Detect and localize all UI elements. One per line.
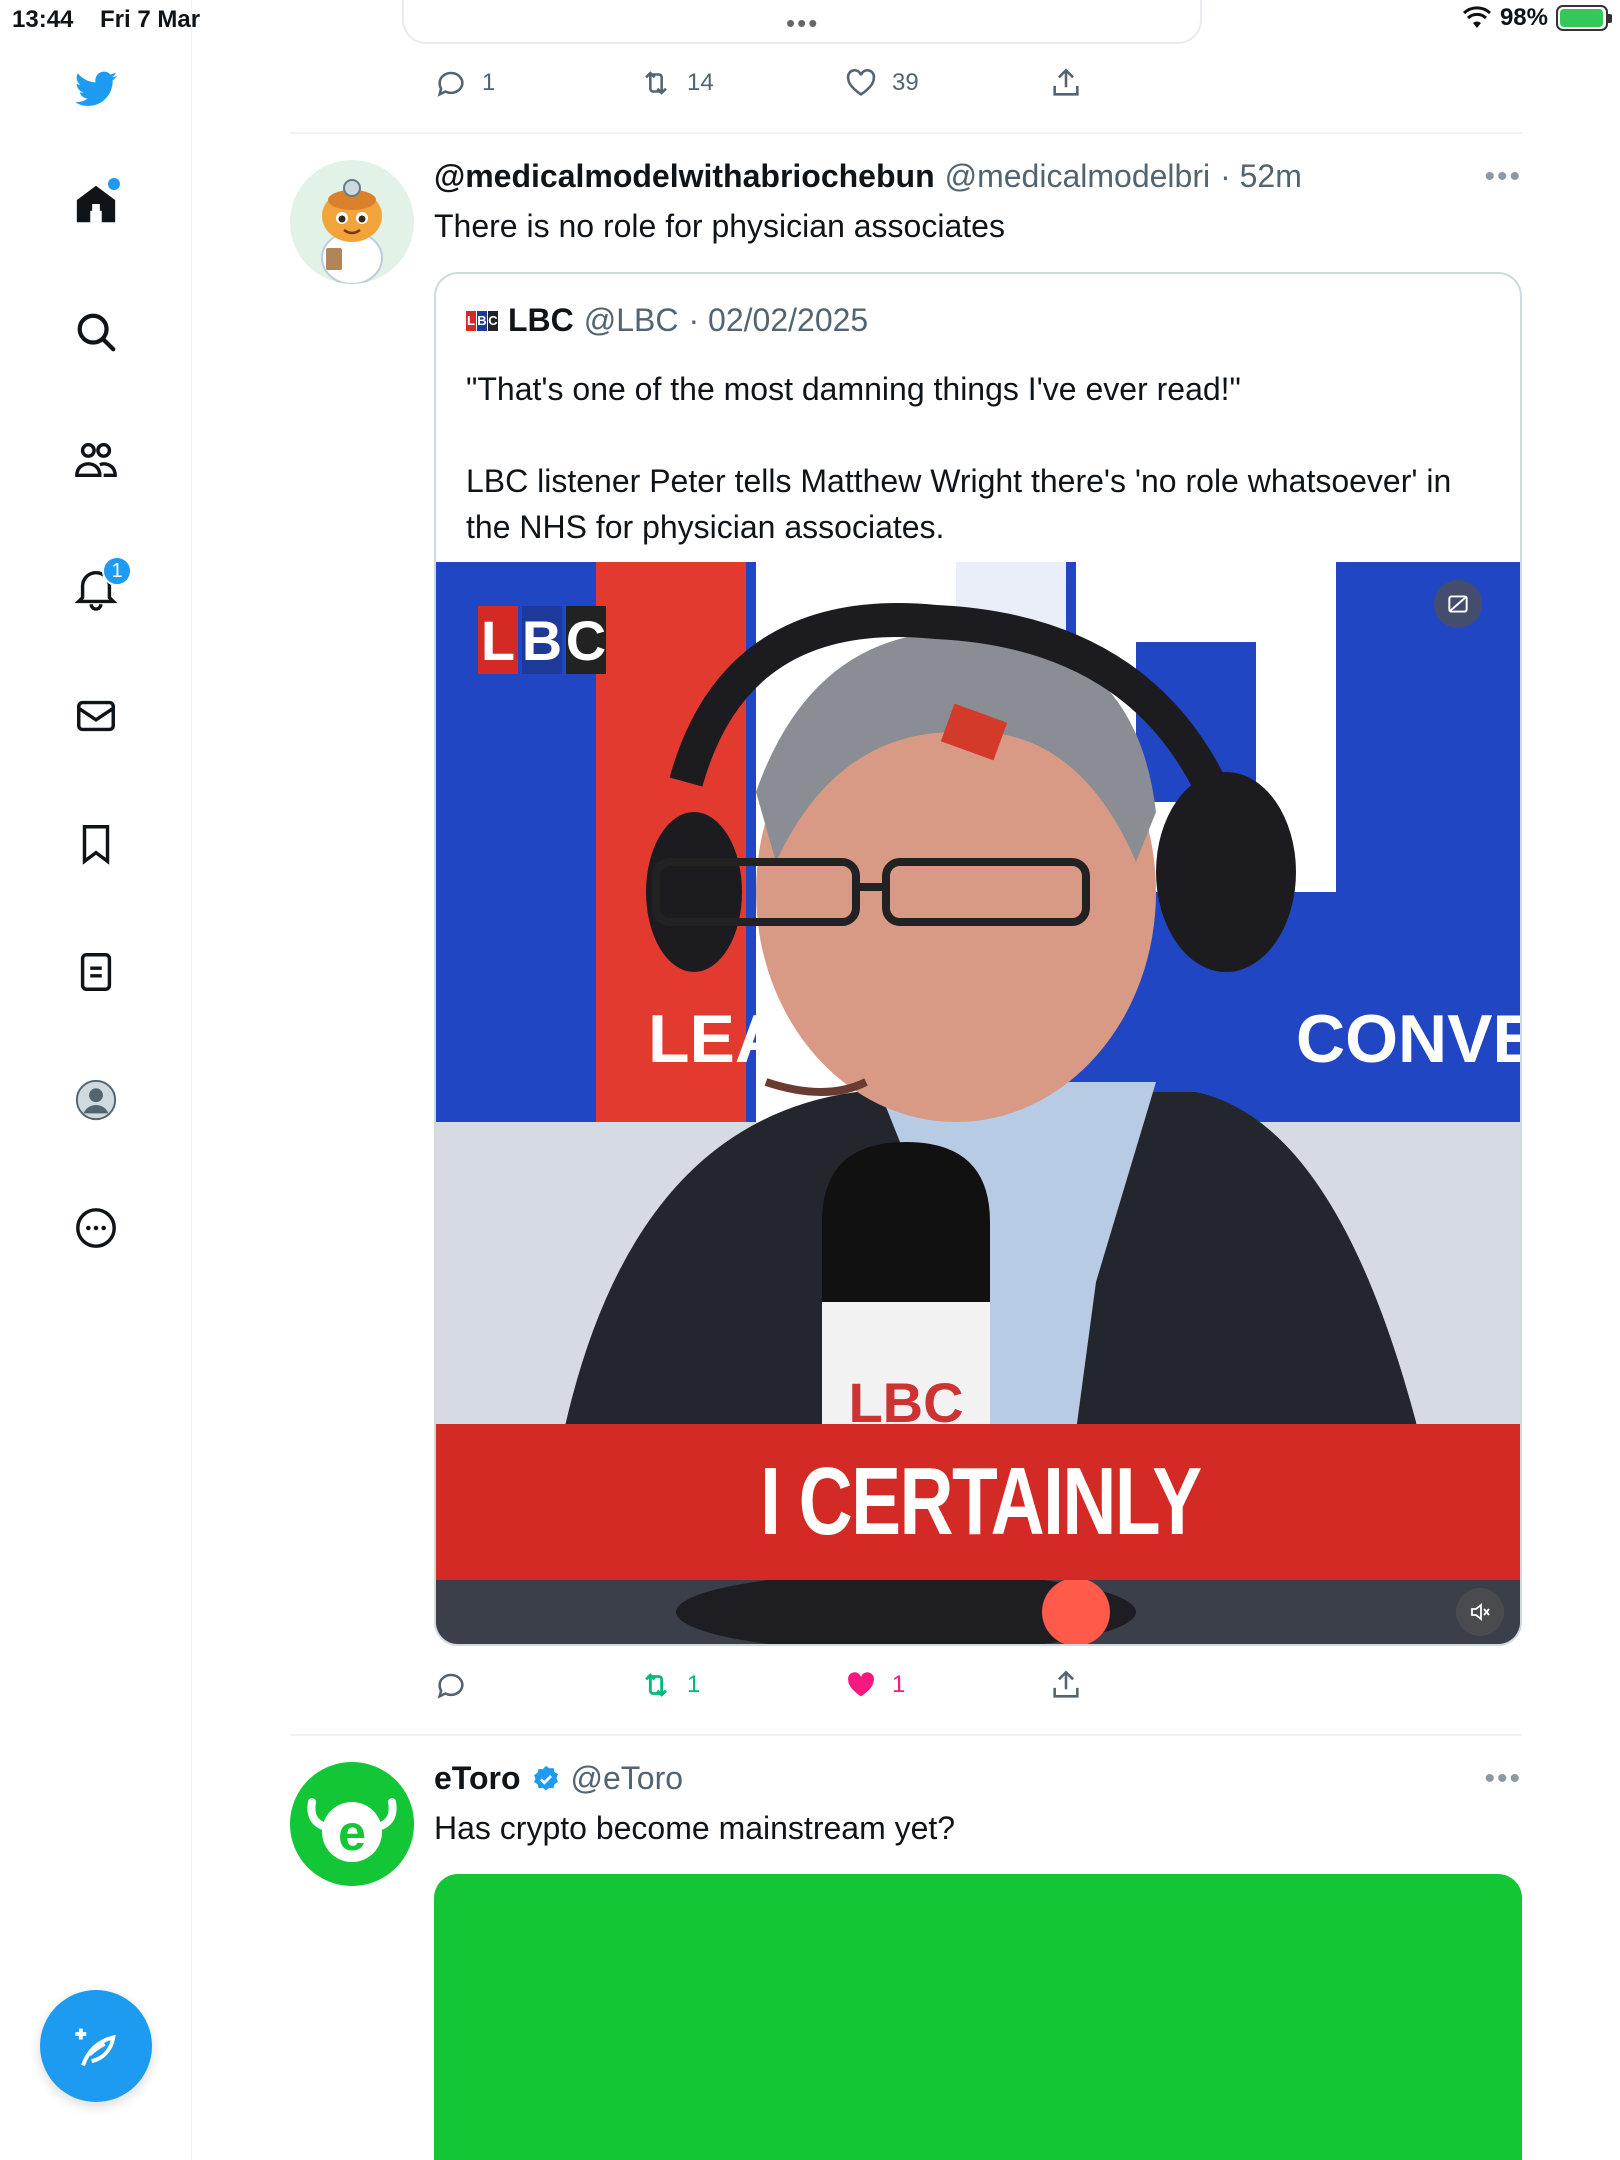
reply-count: 1	[482, 69, 496, 96]
tweet-time[interactable]: · 52m	[1220, 158, 1302, 195]
quote-text-line: LBC listener Peter tells Matthew Wright …	[466, 463, 1452, 545]
sidebar-item-home[interactable]	[68, 176, 124, 232]
tweet-more-button[interactable]: •••	[1484, 160, 1522, 194]
compose-tweet-button[interactable]	[40, 1990, 152, 2102]
sidebar-item-communities[interactable]	[68, 432, 124, 488]
author-handle[interactable]: @medicalmodelbri	[945, 158, 1210, 195]
backdrop-text-left: LEA	[648, 1001, 784, 1077]
reply-button[interactable]: 1	[434, 66, 639, 100]
like-button[interactable]: 39	[844, 66, 1049, 100]
lbc-avatar-letter: B	[477, 310, 487, 331]
lbc-logo-letter: B	[522, 606, 562, 674]
heart-icon	[846, 69, 876, 96]
etoro-bull-logo-icon: e	[290, 1762, 414, 1886]
retweet-icon	[645, 1673, 667, 1697]
sidebar-item-notifications[interactable]: 1	[68, 556, 132, 616]
sidebar-item-profile[interactable]	[68, 1072, 124, 1128]
compose-feather-icon	[75, 2028, 116, 2067]
lbc-avatar-letter: L	[466, 310, 476, 331]
retweet-icon	[645, 71, 667, 95]
video-caption-text: I CERTAINLY	[759, 1448, 1202, 1555]
tweet-divider	[290, 132, 1522, 134]
notification-badge: 1	[102, 556, 132, 586]
video-caption: I CERTAINLY	[436, 1424, 1520, 1580]
lbc-avatar-icon: L B C	[466, 310, 498, 331]
like-button[interactable]: 1	[844, 1668, 1049, 1702]
share-icon	[1053, 68, 1079, 96]
reply-icon	[437, 71, 464, 97]
sidebar-item-more[interactable]	[68, 1200, 124, 1256]
sidebar-item-bookmarks[interactable]	[68, 816, 124, 872]
timeline: 1 14 39 @medicalmodelwithabriochebun @me…	[192, 0, 1620, 2160]
profile-avatar-icon	[75, 1079, 117, 1121]
sidebar-item-messages[interactable]	[68, 688, 124, 744]
reply-button[interactable]	[434, 1668, 639, 1702]
avatar[interactable]: e	[290, 1762, 414, 1886]
search-icon	[77, 313, 116, 352]
tweet-text: There is no role for physician associate…	[434, 208, 1005, 244]
retweet-count: 14	[687, 69, 714, 96]
quoted-tweet[interactable]: L B C LBC @LBC · 02/02/2025 "That's one …	[434, 272, 1522, 1646]
retweet-count: 1	[687, 1671, 701, 1698]
sensitive-content-toggle-button[interactable]	[1434, 580, 1482, 628]
mail-icon	[77, 700, 115, 732]
eye-off-icon	[1448, 595, 1468, 613]
communities-icon	[75, 442, 117, 478]
retweet-button[interactable]: 14	[639, 66, 844, 100]
share-icon	[1053, 1670, 1079, 1698]
tweet-divider	[290, 1734, 1522, 1736]
home-unread-dot	[108, 178, 120, 190]
lbc-logo-letter: L	[478, 606, 518, 674]
backdrop-text-right: CONVERS	[1296, 1001, 1522, 1077]
speaker-muted-icon	[1471, 1603, 1490, 1621]
quote-author-name: LBC	[508, 302, 574, 338]
tweet-text: Has crypto become mainstream yet?	[434, 1810, 956, 1846]
like-count: 1	[892, 1671, 906, 1698]
mute-button[interactable]	[1456, 1588, 1504, 1636]
previous-tweet-actions: 1 14 39	[434, 58, 1274, 108]
sidebar-item-lists[interactable]	[68, 944, 124, 1000]
author-handle[interactable]: @eToro	[571, 1760, 684, 1797]
verified-badge-icon	[533, 1765, 558, 1790]
sidebar-nav: 1	[0, 0, 192, 2160]
quote-text-line: "That's one of the most damning things I…	[466, 371, 1241, 407]
lbc-logo: L B C	[478, 606, 606, 674]
share-button[interactable]	[1049, 66, 1254, 100]
author-name[interactable]: @medicalmodelwithabriochebun	[434, 158, 935, 195]
bookmark-icon	[82, 825, 110, 865]
heart-filled-icon	[848, 1672, 874, 1697]
quote-author-handle: @LBC	[583, 302, 679, 338]
twitter-logo-icon[interactable]	[68, 62, 124, 118]
share-button[interactable]	[1049, 1668, 1254, 1702]
tweet-actions: 1 1	[434, 1660, 1274, 1710]
avatar[interactable]	[290, 160, 414, 284]
list-icon	[80, 953, 112, 991]
etoro-logo-letter: e	[338, 1805, 366, 1861]
reply-icon	[437, 1673, 464, 1699]
video-player[interactable]: LBC LEA CONVERS L B C I CERTAINLY	[436, 562, 1522, 1644]
more-circle-icon	[76, 1208, 116, 1248]
quote-date: · 02/02/2025	[688, 302, 869, 338]
brioche-doctor-avatar-icon	[290, 160, 414, 284]
tweet-more-button[interactable]: •••	[1484, 1762, 1522, 1796]
promoted-media[interactable]	[434, 1874, 1522, 2160]
lbc-logo-letter: C	[566, 606, 606, 674]
sidebar-item-explore[interactable]	[68, 304, 124, 360]
lbc-avatar-letter: C	[488, 310, 498, 331]
retweet-button[interactable]: 1	[639, 1668, 844, 1702]
author-name[interactable]: eToro	[434, 1760, 521, 1797]
previous-tweet-media-edge	[402, 0, 1202, 44]
like-count: 39	[892, 69, 919, 96]
